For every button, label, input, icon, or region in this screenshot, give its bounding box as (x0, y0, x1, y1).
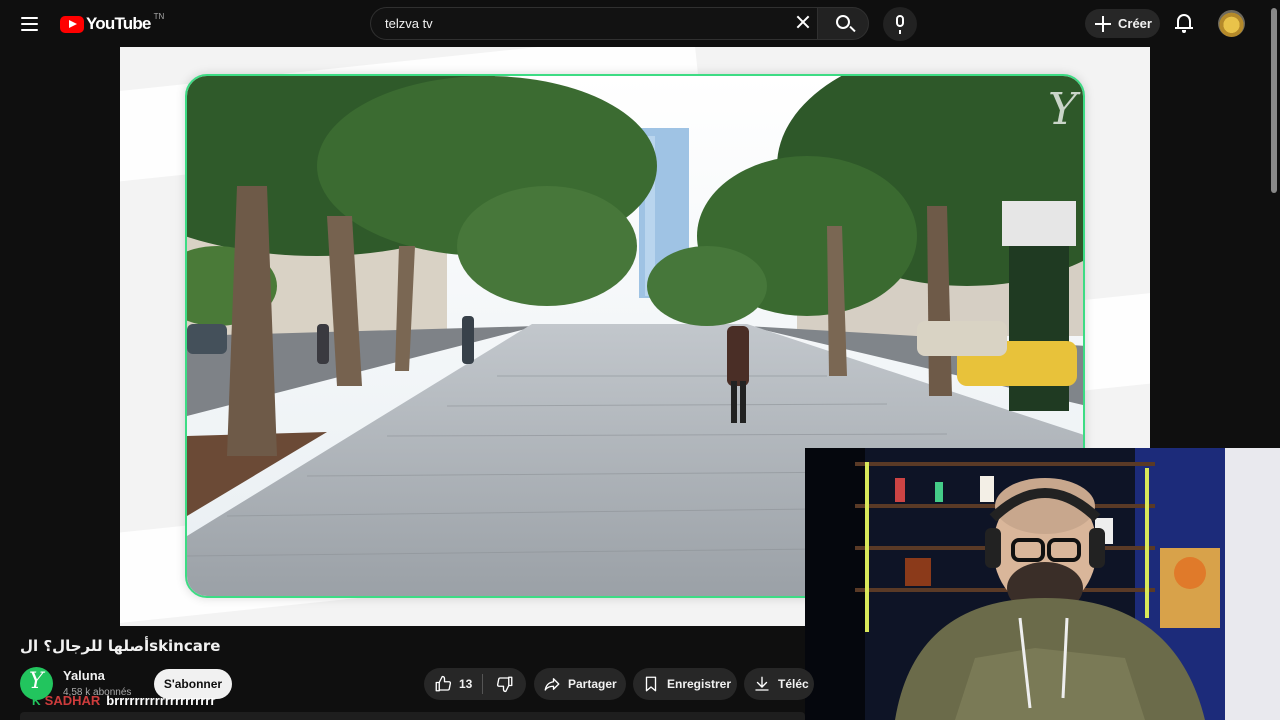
dislike-button[interactable] (483, 668, 526, 700)
kick-badge-icon: K (32, 694, 41, 708)
menu-icon[interactable] (18, 12, 42, 36)
like-dislike-group: 13 (424, 668, 526, 700)
top-bar: YouTube TN telzva tv Créer (0, 0, 1280, 47)
download-icon (755, 676, 769, 691)
country-code: TN (153, 11, 165, 21)
logo-text: YouTube (86, 14, 151, 33)
channel-name[interactable]: Yaluna (63, 668, 105, 683)
scrollbar-thumb[interactable] (1271, 8, 1277, 193)
bell-icon[interactable] (1172, 11, 1196, 35)
chat-username: SADHAR (44, 693, 101, 708)
search-icon (836, 15, 850, 29)
channel-watermark: Y (1047, 84, 1077, 135)
search-query[interactable]: telzva tv (385, 16, 433, 31)
save-label: Enregistrer (667, 677, 732, 691)
video-title: أصلها للرجال؟ الskincare (20, 637, 221, 655)
download-label: Téléc (778, 677, 809, 691)
channel-avatar-letter: Y (29, 669, 44, 694)
close-icon[interactable] (792, 11, 814, 33)
thumbs-up-icon (435, 675, 452, 692)
webcam-image (805, 448, 1280, 720)
chat-overlay-message: K SADHAR brrrrrrrrrrrrrrrrrrrr (32, 693, 215, 708)
youtube-play-icon (60, 15, 84, 33)
save-button[interactable]: Enregistrer (633, 668, 737, 700)
youtube-logo[interactable]: YouTube TN (60, 11, 165, 35)
create-label: Créer (1118, 16, 1152, 31)
share-button[interactable]: Partager (534, 668, 626, 700)
search-input[interactable]: telzva tv (370, 7, 817, 40)
avatar[interactable] (1218, 10, 1245, 37)
bookmark-icon (645, 676, 657, 692)
like-count: 13 (459, 677, 473, 691)
plus-icon (1095, 15, 1111, 32)
chat-message: brrrrrrrrrrrrrrrrrrrr (106, 693, 216, 708)
download-button[interactable]: Téléc (744, 668, 814, 700)
voice-search-button[interactable] (883, 7, 917, 41)
thumbs-down-icon (496, 676, 512, 693)
description-box-edge[interactable] (20, 712, 805, 720)
create-button[interactable]: Créer (1085, 9, 1160, 38)
mic-icon (896, 15, 904, 34)
search-button[interactable] (817, 7, 869, 40)
share-label: Partager (568, 677, 617, 691)
like-button[interactable]: 13 (424, 668, 482, 700)
webcam-overlay (805, 448, 1280, 720)
share-icon (544, 678, 560, 691)
